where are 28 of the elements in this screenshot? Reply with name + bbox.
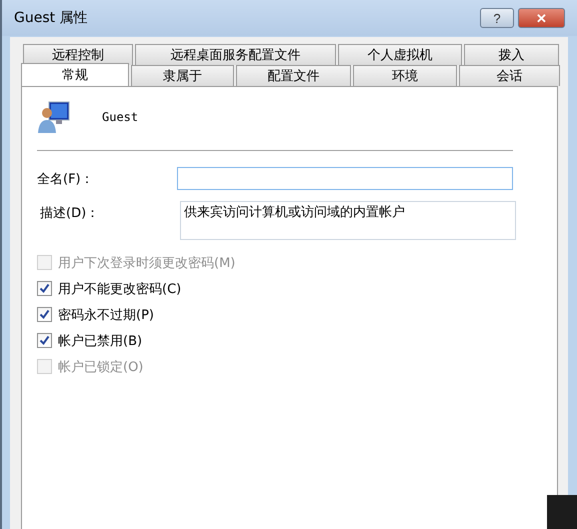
close-button[interactable]: ✕ <box>518 8 565 28</box>
full-name-field[interactable] <box>177 167 513 190</box>
description-field[interactable]: 供来宾访问计算机或访问域的内置帐户 <box>180 201 516 240</box>
tab[interactable]: 个人虚拟机 <box>338 44 462 65</box>
help-button[interactable]: ? <box>480 8 514 28</box>
tab[interactable]: 环境 <box>353 65 457 86</box>
tab[interactable]: 会话 <box>459 65 560 86</box>
user-name: Guest <box>102 110 138 124</box>
checkmark-icon <box>39 335 50 346</box>
field-label: 描述(D)： <box>40 205 100 223</box>
checkbox[interactable] <box>37 281 52 296</box>
checkbox-option[interactable]: 帐户已禁用(B) <box>37 331 142 350</box>
tab[interactable]: 远程控制 <box>23 44 133 65</box>
checkbox-option[interactable]: 用户不能更改密码(C) <box>37 279 182 298</box>
tab[interactable]: 远程桌面服务配置文件 <box>135 44 336 65</box>
tab[interactable]: 常规 <box>21 63 129 86</box>
checkbox-option[interactable]: 密码永不过期(P) <box>37 305 154 324</box>
field-label: 全名(F)： <box>37 171 95 189</box>
taskbar <box>547 495 577 529</box>
window-title: Guest 属性 <box>14 9 88 27</box>
checkbox[interactable] <box>37 333 52 348</box>
user-computer-icon <box>37 100 71 134</box>
tab[interactable]: 拨入 <box>464 44 559 65</box>
checkbox[interactable] <box>37 307 52 322</box>
checkmark-icon <box>39 309 50 320</box>
checkmark-icon <box>39 283 50 294</box>
tab[interactable]: 配置文件 <box>236 65 351 86</box>
tab[interactable]: 隶属于 <box>131 65 234 86</box>
